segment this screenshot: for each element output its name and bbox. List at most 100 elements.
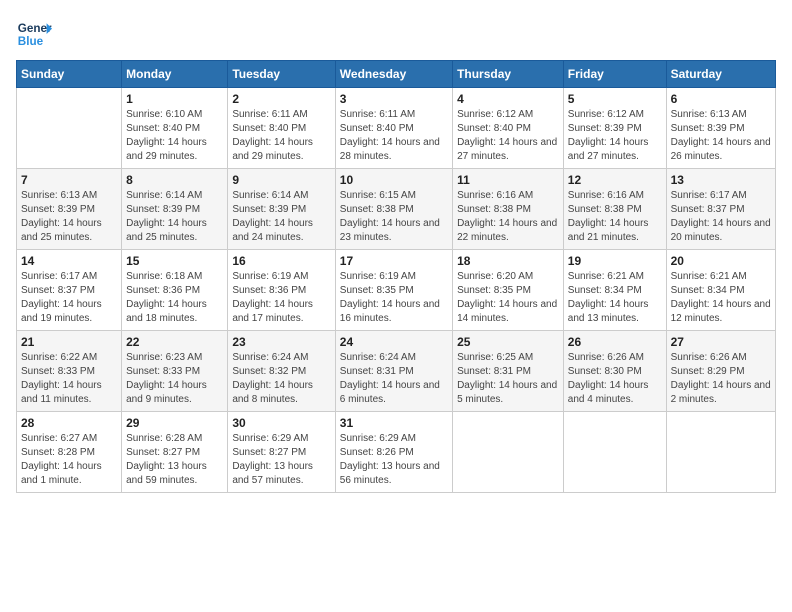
cell-info: Sunrise: 6:23 AMSunset: 8:33 PMDaylight:… [126, 351, 223, 407]
calendar-cell: 14 Sunrise: 6:17 AMSunset: 8:37 PMDayligh… [17, 250, 122, 331]
day-number: 2 [232, 92, 330, 106]
cell-info: Sunrise: 6:26 AMSunset: 8:30 PMDaylight:… [568, 351, 662, 407]
cell-info: Sunrise: 6:25 AMSunset: 8:31 PMDaylight:… [457, 351, 559, 407]
day-number: 4 [457, 92, 559, 106]
day-number: 22 [126, 335, 223, 349]
calendar-cell: 24Sunrise: 6:24 AMSunset: 8:31 PMDayligh… [335, 331, 452, 412]
cell-info: Sunrise: 6:16 AMSunset: 8:38 PMDaylight:… [568, 189, 662, 245]
calendar-cell: 7Sunrise: 6:13 AMSunset: 8:39 PMDaylight… [17, 169, 122, 250]
calendar-cell: 28 Sunrise: 6:27 AMSunset: 8:28 PMDayligh… [17, 412, 122, 493]
calendar-cell: 10 Sunrise: 6:15 AMSunset: 8:38 PMDayligh… [335, 169, 452, 250]
cell-info: Sunrise: 6:12 AMSunset: 8:39 PMDaylight:… [568, 108, 662, 164]
week-row-2: 14 Sunrise: 6:17 AMSunset: 8:37 PMDayligh… [17, 250, 776, 331]
cell-info: Sunrise: 6:15 AMSunset: 8:38 PMDaylight:… [340, 189, 448, 245]
cell-info: Sunrise: 6:27 AMSunset: 8:28 PMDaylight:… [21, 432, 117, 488]
day-number: 20 [671, 254, 771, 268]
day-number: 14 [21, 254, 117, 268]
cell-info: Sunrise: 6:11 AMSunset: 8:40 PMDaylight:… [340, 108, 448, 164]
day-number: 24 [340, 335, 448, 349]
cell-info: Sunrise: 6:16 AMSunset: 8:38 PMDaylight:… [457, 189, 559, 245]
header-cell-monday: Monday [122, 61, 228, 88]
calendar-cell [666, 412, 775, 493]
logo-icon: General Blue [16, 16, 52, 52]
cell-info: Sunrise: 6:13 AMSunset: 8:39 PMDaylight:… [671, 108, 771, 164]
day-number: 13 [671, 173, 771, 187]
cell-info: Sunrise: 6:29 AMSunset: 8:27 PMDaylight:… [232, 432, 330, 488]
cell-info: Sunrise: 6:29 AMSunset: 8:26 PMDaylight:… [340, 432, 448, 488]
calendar-cell: 21 Sunrise: 6:22 AMSunset: 8:33 PMDayligh… [17, 331, 122, 412]
calendar-cell: 22 Sunrise: 6:23 AMSunset: 8:33 PMDayligh… [122, 331, 228, 412]
day-number: 9 [232, 173, 330, 187]
day-number: 27 [671, 335, 771, 349]
header-cell-tuesday: Tuesday [228, 61, 335, 88]
day-number: 1 [126, 92, 223, 106]
calendar-cell: 9 Sunrise: 6:14 AMSunset: 8:39 PMDaylight… [228, 169, 335, 250]
calendar-cell [563, 412, 666, 493]
cell-info: Sunrise: 6:10 AMSunset: 8:40 PMDaylight:… [126, 108, 223, 164]
calendar-cell: 15 Sunrise: 6:18 AMSunset: 8:36 PMDayligh… [122, 250, 228, 331]
day-number: 28 [21, 416, 117, 430]
day-number: 29 [126, 416, 223, 430]
calendar-cell: 29 Sunrise: 6:28 AMSunset: 8:27 PMDayligh… [122, 412, 228, 493]
header: General Blue [16, 16, 776, 52]
cell-info: Sunrise: 6:17 AMSunset: 8:37 PMDaylight:… [21, 270, 117, 326]
cell-info: Sunrise: 6:21 AMSunset: 8:34 PMDaylight:… [568, 270, 662, 326]
calendar-cell: 18 Sunrise: 6:20 AMSunset: 8:35 PMDayligh… [453, 250, 564, 331]
cell-info: Sunrise: 6:19 AMSunset: 8:35 PMDaylight:… [340, 270, 448, 326]
calendar-cell: 31 Sunrise: 6:29 AMSunset: 8:26 PMDayligh… [335, 412, 452, 493]
calendar-cell: 2 Sunrise: 6:11 AMSunset: 8:40 PMDaylight… [228, 88, 335, 169]
calendar-cell: 13 Sunrise: 6:17 AMSunset: 8:37 PMDayligh… [666, 169, 775, 250]
cell-info: Sunrise: 6:20 AMSunset: 8:35 PMDaylight:… [457, 270, 559, 326]
svg-text:Blue: Blue [18, 35, 44, 48]
calendar-cell: 4Sunrise: 6:12 AMSunset: 8:40 PMDaylight… [453, 88, 564, 169]
header-cell-wednesday: Wednesday [335, 61, 452, 88]
cell-info: Sunrise: 6:18 AMSunset: 8:36 PMDaylight:… [126, 270, 223, 326]
calendar-cell [453, 412, 564, 493]
cell-info: Sunrise: 6:13 AMSunset: 8:39 PMDaylight:… [21, 189, 117, 245]
cell-info: Sunrise: 6:17 AMSunset: 8:37 PMDaylight:… [671, 189, 771, 245]
day-number: 11 [457, 173, 559, 187]
header-cell-saturday: Saturday [666, 61, 775, 88]
header-cell-sunday: Sunday [17, 61, 122, 88]
calendar-cell: 30Sunrise: 6:29 AMSunset: 8:27 PMDayligh… [228, 412, 335, 493]
calendar-cell: 26Sunrise: 6:26 AMSunset: 8:30 PMDayligh… [563, 331, 666, 412]
cell-info: Sunrise: 6:28 AMSunset: 8:27 PMDaylight:… [126, 432, 223, 488]
cell-info: Sunrise: 6:21 AMSunset: 8:34 PMDaylight:… [671, 270, 771, 326]
day-number: 6 [671, 92, 771, 106]
day-number: 10 [340, 173, 448, 187]
day-number: 3 [340, 92, 448, 106]
week-row-1: 7Sunrise: 6:13 AMSunset: 8:39 PMDaylight… [17, 169, 776, 250]
logo: General Blue [16, 16, 52, 52]
day-number: 18 [457, 254, 559, 268]
day-number: 31 [340, 416, 448, 430]
cell-info: Sunrise: 6:24 AMSunset: 8:32 PMDaylight:… [232, 351, 330, 407]
calendar-cell: 8 Sunrise: 6:14 AMSunset: 8:39 PMDaylight… [122, 169, 228, 250]
calendar-table: SundayMondayTuesdayWednesdayThursdayFrid… [16, 60, 776, 493]
cell-info: Sunrise: 6:14 AMSunset: 8:39 PMDaylight:… [126, 189, 223, 245]
calendar-cell: 1 Sunrise: 6:10 AMSunset: 8:40 PMDaylight… [122, 88, 228, 169]
day-number: 8 [126, 173, 223, 187]
day-number: 12 [568, 173, 662, 187]
day-number: 19 [568, 254, 662, 268]
day-number: 21 [21, 335, 117, 349]
day-number: 16 [232, 254, 330, 268]
week-row-4: 28 Sunrise: 6:27 AMSunset: 8:28 PMDayligh… [17, 412, 776, 493]
week-row-3: 21 Sunrise: 6:22 AMSunset: 8:33 PMDayligh… [17, 331, 776, 412]
cell-info: Sunrise: 6:11 AMSunset: 8:40 PMDaylight:… [232, 108, 330, 164]
cell-info: Sunrise: 6:19 AMSunset: 8:36 PMDaylight:… [232, 270, 330, 326]
header-cell-friday: Friday [563, 61, 666, 88]
cell-info: Sunrise: 6:14 AMSunset: 8:39 PMDaylight:… [232, 189, 330, 245]
day-number: 23 [232, 335, 330, 349]
calendar-cell [17, 88, 122, 169]
calendar-cell: 11 Sunrise: 6:16 AMSunset: 8:38 PMDayligh… [453, 169, 564, 250]
calendar-cell: 17Sunrise: 6:19 AMSunset: 8:35 PMDayligh… [335, 250, 452, 331]
calendar-cell: 25Sunrise: 6:25 AMSunset: 8:31 PMDayligh… [453, 331, 564, 412]
cell-info: Sunrise: 6:22 AMSunset: 8:33 PMDaylight:… [21, 351, 117, 407]
day-number: 5 [568, 92, 662, 106]
calendar-cell: 6 Sunrise: 6:13 AMSunset: 8:39 PMDaylight… [666, 88, 775, 169]
calendar-cell: 3 Sunrise: 6:11 AMSunset: 8:40 PMDaylight… [335, 88, 452, 169]
calendar-cell: 20 Sunrise: 6:21 AMSunset: 8:34 PMDayligh… [666, 250, 775, 331]
calendar-cell: 23 Sunrise: 6:24 AMSunset: 8:32 PMDayligh… [228, 331, 335, 412]
day-number: 15 [126, 254, 223, 268]
cell-info: Sunrise: 6:26 AMSunset: 8:29 PMDaylight:… [671, 351, 771, 407]
